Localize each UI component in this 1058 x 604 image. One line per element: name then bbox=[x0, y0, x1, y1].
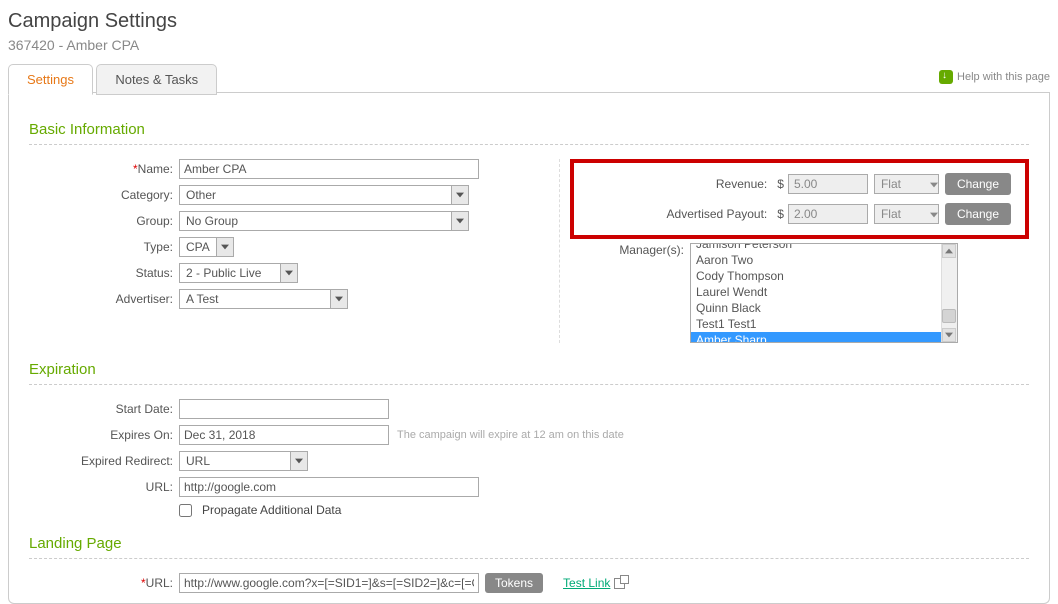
scroll-thumb[interactable] bbox=[942, 309, 956, 323]
chevron-down-icon bbox=[280, 264, 297, 282]
chevron-down-icon bbox=[930, 207, 938, 221]
advertiser-select[interactable]: A Test bbox=[179, 289, 348, 309]
payout-label: Advertised Payout: bbox=[653, 207, 773, 221]
revenue-input[interactable] bbox=[788, 174, 868, 194]
help-text: Help with this page bbox=[957, 71, 1050, 83]
list-item[interactable]: Jamison Peterson bbox=[691, 243, 957, 252]
list-item[interactable]: Quinn Black bbox=[691, 300, 957, 316]
dollar-sign: $ bbox=[777, 207, 784, 221]
advertiser-label: Advertiser: bbox=[29, 292, 179, 306]
expires-label: Expires On: bbox=[29, 428, 179, 442]
category-label: Category: bbox=[29, 188, 179, 202]
settings-panel: Basic Information *Name: Category: Other… bbox=[8, 93, 1050, 604]
payout-change-button[interactable]: Change bbox=[945, 203, 1011, 225]
propagate-label: Propagate Additional Data bbox=[202, 503, 341, 517]
section-basic-heading: Basic Information bbox=[29, 121, 1029, 138]
revenue-label: Revenue: bbox=[653, 177, 773, 191]
redirect-select[interactable]: URL bbox=[179, 451, 308, 471]
status-label: Status: bbox=[29, 266, 179, 280]
chevron-down-icon bbox=[930, 177, 938, 191]
group-label: Group: bbox=[29, 214, 179, 228]
category-select[interactable]: Other bbox=[179, 185, 469, 205]
divider bbox=[29, 558, 1029, 559]
propagate-checkbox[interactable] bbox=[179, 504, 192, 517]
list-item[interactable]: Test1 Test1 bbox=[691, 316, 957, 332]
testlink-link[interactable]: Test Link bbox=[563, 576, 610, 590]
group-select[interactable]: No Group bbox=[179, 211, 469, 231]
page-title: Campaign Settings bbox=[8, 10, 1050, 33]
page-subtitle: 367420 - Amber CPA bbox=[8, 37, 1050, 53]
chevron-down-icon bbox=[216, 238, 233, 256]
tokens-button[interactable]: Tokens bbox=[485, 573, 543, 593]
dollar-sign: $ bbox=[777, 177, 784, 191]
type-select[interactable]: CPA bbox=[179, 237, 234, 257]
payout-highlight-box: Revenue: $ Flat Change Advertised Payout… bbox=[570, 159, 1029, 239]
expired-url-label: URL: bbox=[29, 480, 179, 494]
tab-notes-tasks[interactable]: Notes & Tasks bbox=[96, 64, 217, 95]
list-item[interactable]: Cody Thompson bbox=[691, 268, 957, 284]
scrollbar[interactable] bbox=[941, 244, 957, 342]
revenue-type-select[interactable]: Flat bbox=[874, 174, 939, 194]
payout-type-select[interactable]: Flat bbox=[874, 204, 939, 224]
tab-row: Settings Notes & Tasks Help with this pa… bbox=[8, 63, 1050, 93]
chevron-down-icon bbox=[330, 290, 347, 308]
startdate-label: Start Date: bbox=[29, 402, 179, 416]
managers-label: Manager(s): bbox=[570, 243, 690, 257]
divider bbox=[29, 144, 1029, 145]
expired-url-input[interactable] bbox=[179, 477, 479, 497]
list-item[interactable]: Laurel Wendt bbox=[691, 284, 957, 300]
help-icon bbox=[939, 70, 953, 84]
name-input[interactable] bbox=[179, 159, 479, 179]
tab-settings[interactable]: Settings bbox=[8, 64, 93, 95]
help-link[interactable]: Help with this page bbox=[939, 70, 1050, 84]
scroll-up-icon[interactable] bbox=[942, 244, 956, 258]
expires-hint: The campaign will expire at 12 am on thi… bbox=[397, 429, 624, 441]
type-label: Type: bbox=[29, 240, 179, 254]
managers-listbox[interactable]: Jamison Peterson Aaron Two Cody Thompson… bbox=[690, 243, 958, 343]
section-landing-heading: Landing Page bbox=[29, 535, 1029, 552]
chevron-down-icon bbox=[290, 452, 307, 470]
landing-url-input[interactable] bbox=[179, 573, 479, 593]
name-label: *Name: bbox=[29, 162, 179, 176]
redirect-label: Expired Redirect: bbox=[29, 454, 179, 468]
chevron-down-icon bbox=[451, 212, 468, 230]
list-item[interactable]: Amber Sharp bbox=[691, 332, 957, 343]
scroll-down-icon[interactable] bbox=[942, 328, 956, 342]
status-select[interactable]: 2 - Public Live bbox=[179, 263, 298, 283]
divider bbox=[29, 384, 1029, 385]
section-expiration-heading: Expiration bbox=[29, 361, 1029, 378]
startdate-input[interactable] bbox=[179, 399, 389, 419]
list-item[interactable]: Aaron Two bbox=[691, 252, 957, 268]
expires-input[interactable] bbox=[179, 425, 389, 445]
revenue-change-button[interactable]: Change bbox=[945, 173, 1011, 195]
payout-input[interactable] bbox=[788, 204, 868, 224]
landing-url-label: *URL: bbox=[29, 576, 179, 590]
chevron-down-icon bbox=[451, 186, 468, 204]
